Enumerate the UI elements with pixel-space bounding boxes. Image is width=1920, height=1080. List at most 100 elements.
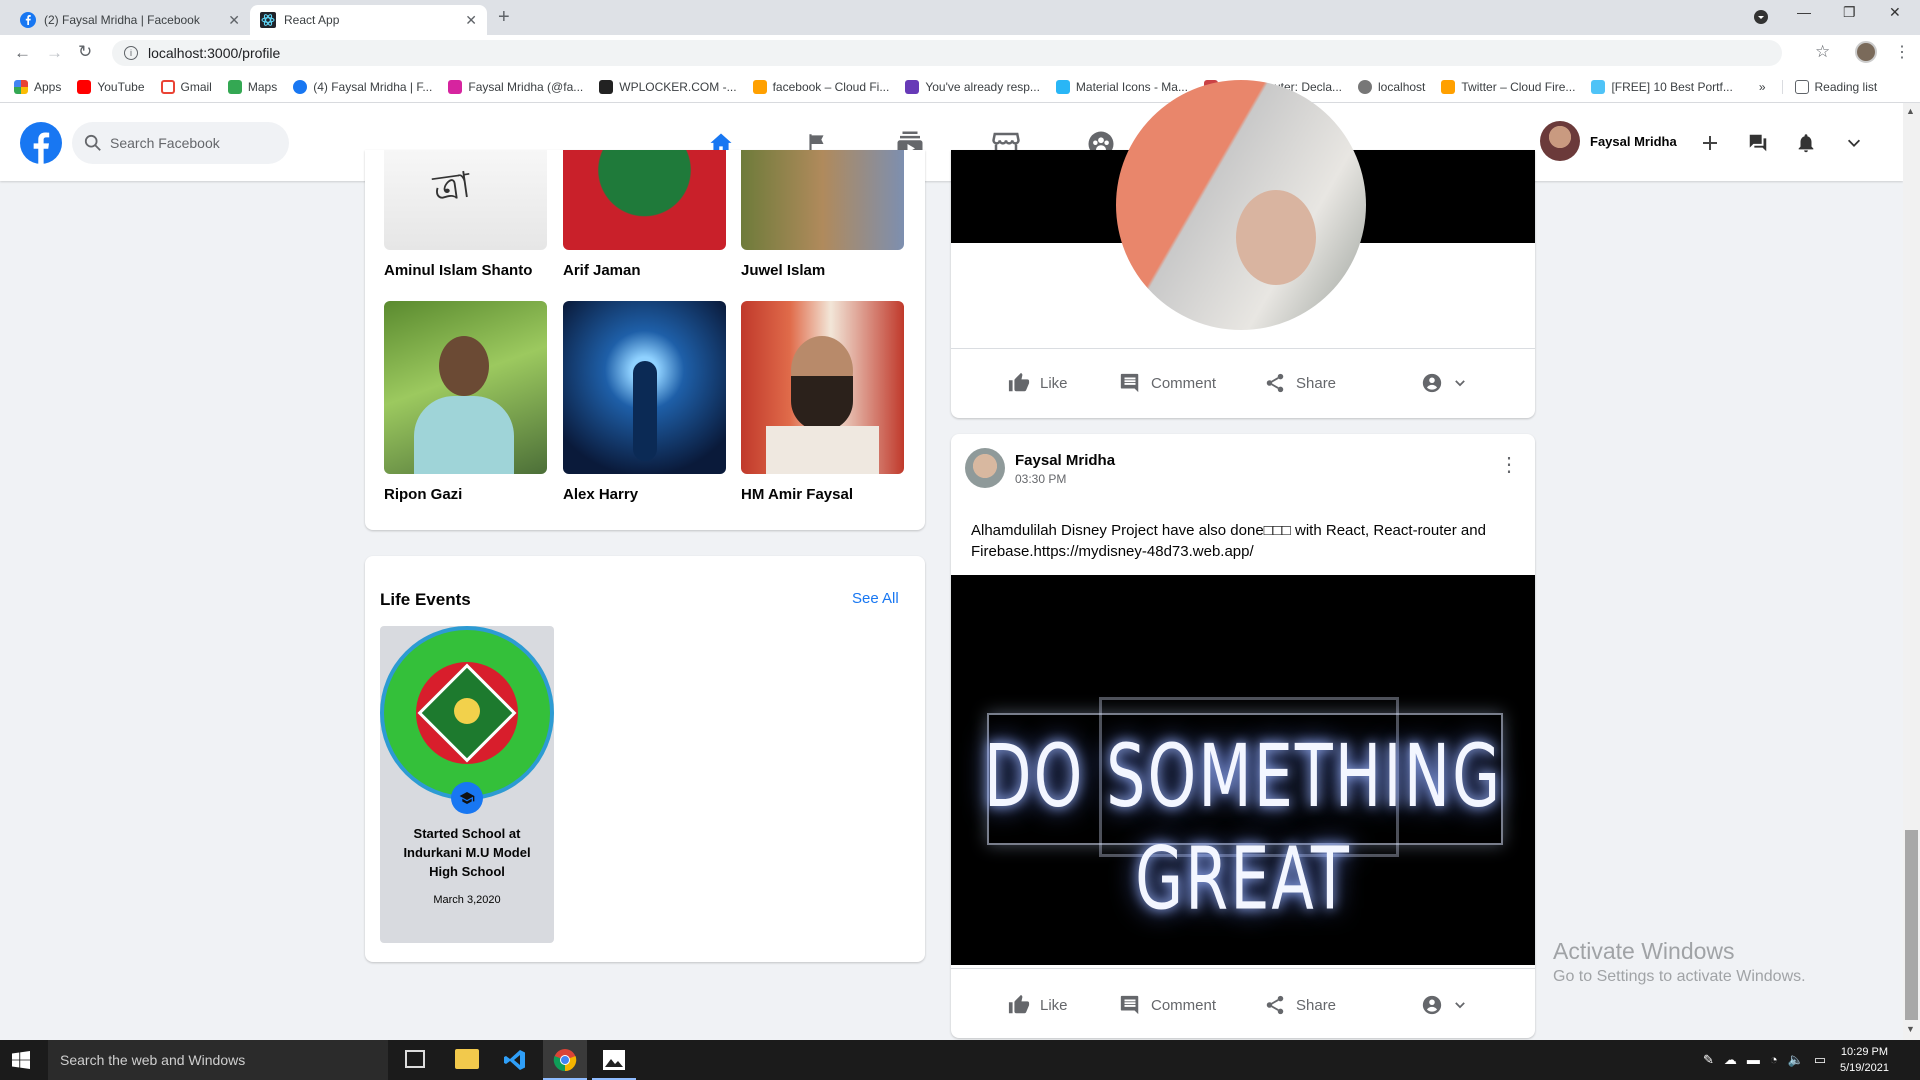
bookmark-gmail[interactable]: Gmail: [160, 79, 212, 94]
comment-label: Comment: [1151, 996, 1217, 1014]
friend-photo[interactable]: [384, 301, 547, 474]
friend-name[interactable]: HM Amir Faysal: [741, 486, 853, 503]
friend-name[interactable]: Arif Jaman: [563, 262, 641, 279]
life-events-title: Life Events: [380, 590, 471, 609]
post-image[interactable]: DO SOMETHING GREAT: [951, 575, 1535, 965]
friend-name[interactable]: Ripon Gazi: [384, 486, 462, 503]
photos-icon: [603, 1050, 625, 1070]
firebase-icon: [1441, 79, 1456, 94]
create-button[interactable]: [1692, 125, 1728, 161]
friend-photo[interactable]: [563, 301, 726, 474]
taskbar-search-placeholder: Search the web and Windows: [60, 1052, 246, 1068]
reading-list-icon: [1794, 79, 1809, 94]
photos-taskbar-button[interactable]: [592, 1040, 636, 1080]
audience-dropdown[interactable]: [1421, 994, 1477, 1016]
task-view-icon[interactable]: [405, 1050, 425, 1068]
system-tray-icons[interactable]: ✎☁▬◔🔈▭: [1703, 1052, 1836, 1068]
chrome-menu-icon[interactable]: ⋮: [1894, 42, 1910, 62]
close-tab-icon[interactable]: ✕: [465, 12, 477, 29]
back-icon[interactable]: ←: [14, 43, 31, 63]
post-text: Alhamdulilah Disney Project have also do…: [971, 522, 1486, 560]
see-all-link[interactable]: See All: [852, 590, 899, 607]
maps-icon: [227, 79, 242, 94]
comment-button[interactable]: Comment: [1119, 372, 1216, 394]
scroll-down-icon[interactable]: ▼: [1906, 1024, 1915, 1034]
more-bookmarks-label: »: [1758, 79, 1766, 94]
bookmark-label: [FREE] 10 Best Portf...: [1611, 79, 1733, 94]
friend-name[interactable]: Aminul Islam Shanto: [384, 262, 532, 279]
bookmark-portfolio[interactable]: [FREE] 10 Best Portf...: [1591, 79, 1733, 94]
chrome-taskbar-button[interactable]: [543, 1040, 587, 1080]
tab-react-app[interactable]: React App ✕: [250, 5, 487, 35]
audience-dropdown[interactable]: [1421, 372, 1477, 394]
friend-photo[interactable]: [563, 150, 726, 250]
like-button[interactable]: Like: [1008, 994, 1068, 1016]
bookmark-localhost[interactable]: localhost: [1358, 79, 1426, 94]
bookmark-youtube[interactable]: YouTube: [77, 79, 145, 94]
bookmark-firebase[interactable]: facebook – Cloud Fi...: [752, 79, 889, 94]
like-button[interactable]: Like: [1008, 372, 1068, 394]
account-menu-button[interactable]: [1836, 125, 1872, 161]
profile-chip[interactable]: Faysal Mridha: [1540, 121, 1677, 161]
scrollbar-thumb[interactable]: [1905, 830, 1918, 1020]
close-window-icon[interactable]: ✕: [1889, 4, 1901, 21]
chrome-avatar[interactable]: [1855, 41, 1877, 63]
friend-photo[interactable]: [741, 150, 904, 250]
more-bookmarks-icon[interactable]: »: [1759, 80, 1766, 94]
avatar: [1540, 121, 1580, 161]
reading-list[interactable]: Reading list: [1781, 79, 1878, 94]
tab-facebook[interactable]: (2) Faysal Mridha | Facebook ✕: [10, 5, 250, 35]
new-tab-icon[interactable]: +: [498, 6, 510, 29]
reload-icon[interactable]: ↻: [78, 42, 92, 62]
maximize-icon[interactable]: ❐: [1843, 4, 1856, 21]
tab-title: (2) Faysal Mridha | Facebook: [44, 13, 200, 27]
profile-menu-icon[interactable]: [1753, 9, 1769, 25]
search-input[interactable]: Search Facebook: [72, 122, 289, 164]
facebook-logo-icon[interactable]: [20, 122, 62, 164]
bookmark-twitter-firebase[interactable]: Twitter – Cloud Fire...: [1441, 79, 1575, 94]
notifications-button[interactable]: [1788, 125, 1824, 161]
messenger-button[interactable]: [1740, 125, 1776, 161]
comment-button[interactable]: Comment: [1119, 994, 1216, 1016]
bookmark-star-icon[interactable]: ☆: [1815, 42, 1830, 62]
share-label: Share: [1296, 374, 1337, 392]
vscode-icon[interactable]: [503, 1048, 527, 1072]
share-button[interactable]: Share: [1264, 994, 1336, 1016]
watermark-subtitle: Go to Settings to activate Windows.: [1553, 968, 1806, 985]
friend-photo[interactable]: ত্রা: [384, 150, 547, 250]
scroll-up-icon[interactable]: ▲: [1906, 106, 1915, 116]
bookmark-instagram[interactable]: Faysal Mridha (@fa...: [448, 79, 583, 94]
account-circle-icon: [1422, 995, 1442, 1015]
portfolio-icon: [1591, 79, 1606, 94]
bookmark-label: WPLOCKER.COM -...: [619, 79, 737, 94]
more-vert-icon[interactable]: ⋮: [1499, 452, 1519, 477]
forward-icon[interactable]: →: [46, 43, 63, 63]
close-tab-icon[interactable]: ✕: [228, 12, 240, 29]
bookmark-label: localhost: [1378, 79, 1426, 94]
windows-start-icon[interactable]: [12, 1051, 30, 1069]
post-author[interactable]: Faysal Mridha: [1015, 452, 1115, 469]
taskbar-search-input[interactable]: Search the web and Windows: [48, 1040, 388, 1080]
site-info-icon[interactable]: i: [124, 46, 138, 60]
bookmark-facebook[interactable]: (4) Faysal Mridha | F...: [293, 79, 432, 94]
minimize-icon[interactable]: —: [1797, 4, 1811, 20]
bookmark-maps[interactable]: Maps: [227, 79, 277, 94]
friend-name[interactable]: Juwel Islam: [741, 262, 825, 279]
friend-name[interactable]: Alex Harry: [563, 486, 638, 503]
life-event-item[interactable]: Started School at Indurkani M.U Model Hi…: [380, 626, 554, 943]
friend-photo[interactable]: [741, 301, 904, 474]
taskbar-clock[interactable]: 10:29 PM 5/19/2021: [1840, 1044, 1889, 1076]
post-card: Faysal Mridha 03:30 PM ⋮ Alhamdulilah Di…: [951, 434, 1535, 1038]
bookmark-material-icons[interactable]: Material Icons - Ma...: [1055, 79, 1188, 94]
bookmark-apps[interactable]: Apps: [14, 79, 61, 94]
share-button[interactable]: Share: [1264, 372, 1336, 394]
address-bar[interactable]: i localhost:3000/profile: [112, 40, 1782, 66]
life-event-date: March 3,2020: [433, 894, 501, 906]
reading-list-label: Reading list: [1814, 79, 1878, 94]
file-explorer-icon[interactable]: [455, 1049, 479, 1069]
bookmark-label: YouTube: [97, 79, 145, 94]
divider: [951, 348, 1535, 349]
bookmark-wplocker[interactable]: WPLOCKER.COM -...: [599, 79, 737, 94]
post-author-avatar[interactable]: [965, 448, 1005, 488]
bookmark-forms[interactable]: You've already resp...: [905, 79, 1040, 94]
